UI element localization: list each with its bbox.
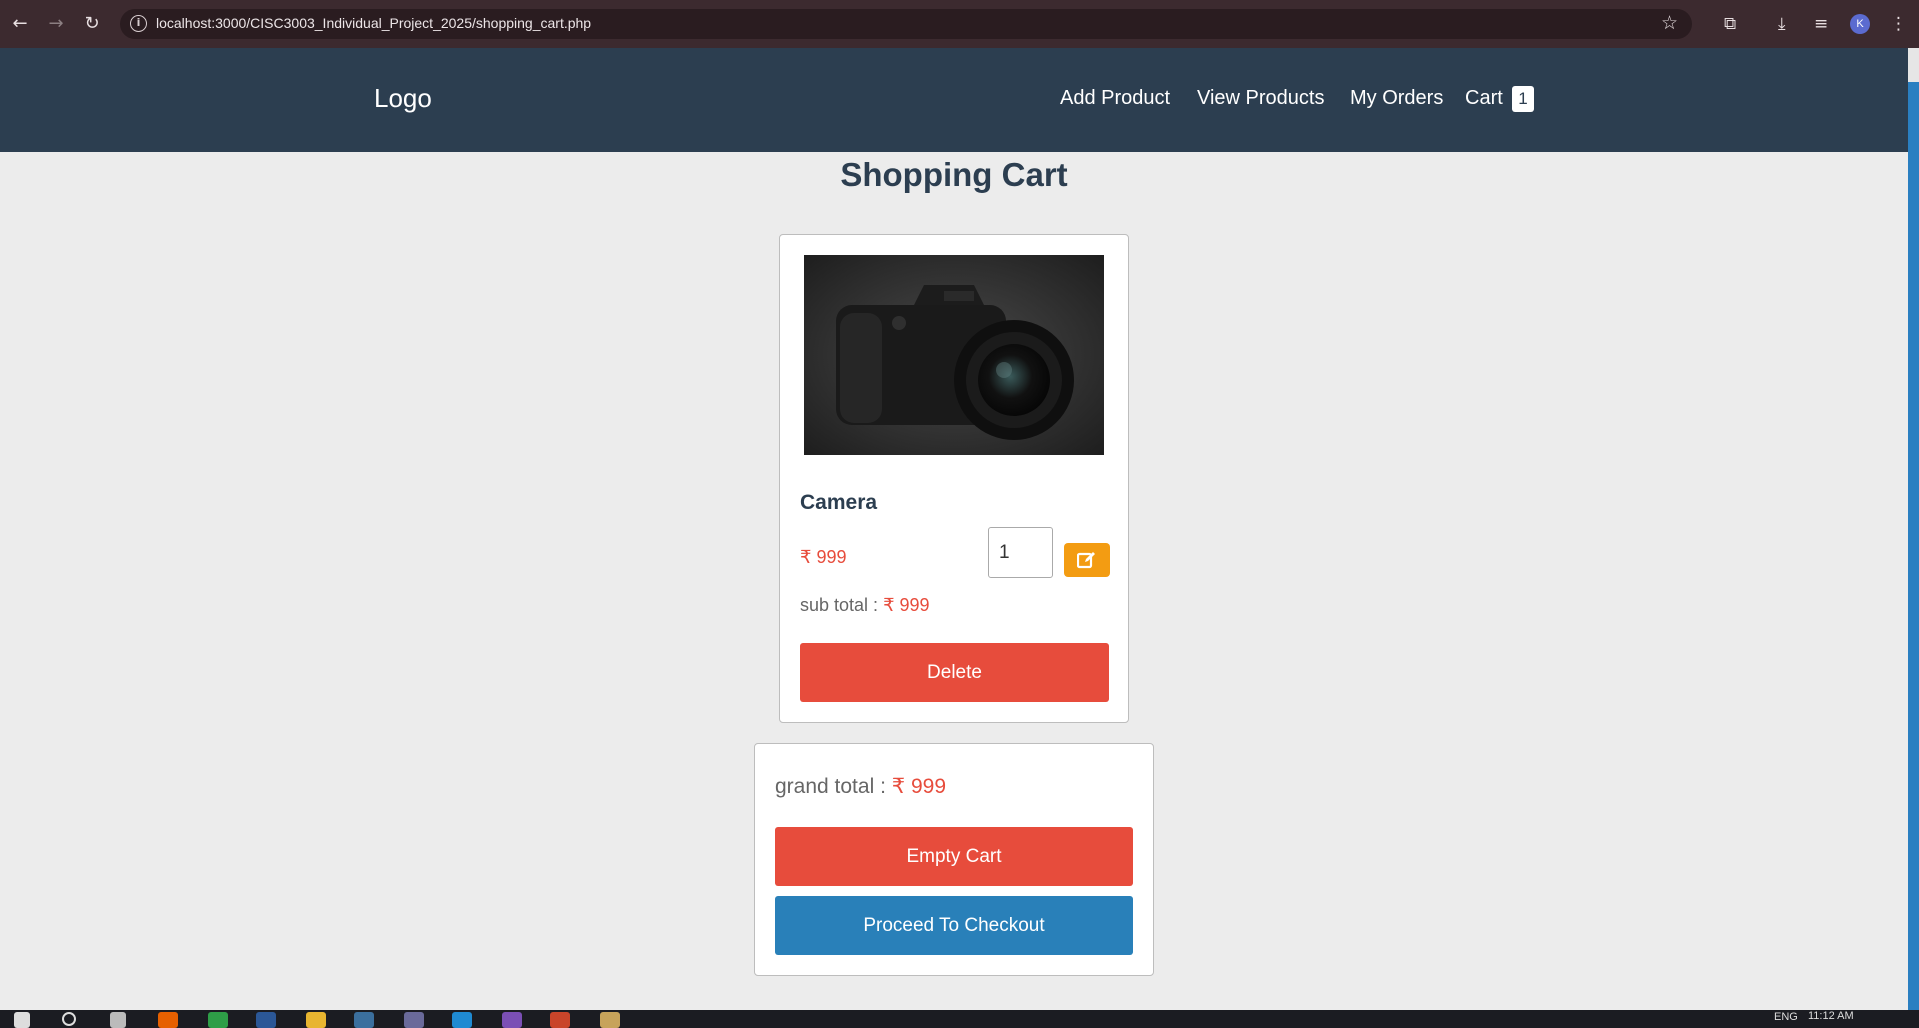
grand-total: grand total : ₹ 999 <box>775 774 946 799</box>
paint-icon[interactable] <box>600 1012 620 1028</box>
product-image-camera <box>804 255 1104 455</box>
quantity-input[interactable] <box>988 527 1053 578</box>
url-text[interactable]: localhost:3000/CISC3003_Individual_Proje… <box>156 15 591 31</box>
subtotal-value: 999 <box>899 595 930 615</box>
file-explorer-icon[interactable] <box>306 1012 326 1028</box>
vscode-icon[interactable] <box>452 1012 472 1028</box>
reload-icon[interactable]: ↻ <box>80 12 104 36</box>
grand-total-label: grand total : <box>775 775 886 798</box>
language-indicator[interactable]: ENG <box>1774 1011 1798 1023</box>
chrome-icon[interactable] <box>208 1012 228 1028</box>
nav-my-orders[interactable]: My Orders <box>1350 87 1443 110</box>
scrollbar-track[interactable] <box>1908 48 1919 1010</box>
windows-start-icon[interactable] <box>14 1012 30 1028</box>
eclipse-icon[interactable] <box>404 1012 424 1028</box>
media-control-icon[interactable]: ≡ <box>1814 12 1828 36</box>
chrome-active-icon[interactable] <box>354 1012 374 1028</box>
download-icon[interactable]: ⤓ <box>1778 12 1786 36</box>
address-bar[interactable]: i localhost:3000/CISC3003_Individual_Pro… <box>120 9 1692 39</box>
os-taskbar: ENG 11:12 AM <box>0 1010 1919 1028</box>
update-quantity-button[interactable] <box>1064 543 1110 577</box>
firefox-icon[interactable] <box>158 1012 178 1028</box>
nav-view-products[interactable]: View Products <box>1197 87 1324 110</box>
rupee-icon: ₹ <box>883 595 895 615</box>
site-info-icon[interactable]: i <box>130 15 147 32</box>
subtotal: sub total : ₹ 999 <box>800 595 930 616</box>
product-price: ₹ 999 <box>800 547 847 568</box>
cart-item-card: Camera ₹ 999 sub total : ₹ 999 Delete <box>779 234 1129 723</box>
cart-count-badge[interactable]: 1 <box>1512 86 1534 112</box>
edit-icon <box>1077 552 1095 569</box>
bookmark-star-icon[interactable]: ☆ <box>1661 12 1678 34</box>
github-desktop-icon[interactable] <box>502 1012 522 1028</box>
site-logo[interactable]: Logo <box>374 83 432 114</box>
delete-button[interactable]: Delete <box>800 643 1109 702</box>
scrollbar-thumb[interactable] <box>1908 48 1919 82</box>
cart-total-box: grand total : ₹ 999 Empty Cart Proceed T… <box>754 743 1154 976</box>
task-view-icon[interactable] <box>110 1012 126 1028</box>
price-value: 999 <box>816 547 847 567</box>
product-name: Camera <box>800 491 878 514</box>
site-header: Logo Add Product View Products My Orders… <box>0 48 1908 152</box>
rupee-icon: ₹ <box>800 547 812 567</box>
extensions-icon[interactable]: ⧉ <box>1724 12 1736 36</box>
word-icon[interactable] <box>256 1012 276 1028</box>
clock[interactable]: 11:12 AM <box>1808 1010 1854 1022</box>
search-icon[interactable] <box>62 1012 76 1026</box>
profile-avatar[interactable]: K <box>1850 14 1870 34</box>
grand-total-value: 999 <box>910 775 947 798</box>
nav-cart[interactable]: Cart <box>1465 87 1503 110</box>
menu-kebab-icon[interactable]: ⋮ <box>1890 12 1907 36</box>
back-arrow-icon[interactable]: ← <box>8 12 32 36</box>
page-title: Shopping Cart <box>840 156 1068 193</box>
empty-cart-button[interactable]: Empty Cart <box>775 827 1133 886</box>
browser-toolbar: ← → ↻ i localhost:3000/CISC3003_Individu… <box>0 0 1919 48</box>
subtotal-label: sub total : <box>800 595 879 615</box>
nav-add-product[interactable]: Add Product <box>1060 87 1170 110</box>
rupee-icon: ₹ <box>891 775 906 798</box>
checkout-button[interactable]: Proceed To Checkout <box>775 896 1133 955</box>
powerpoint-icon[interactable] <box>550 1012 570 1028</box>
forward-arrow-icon[interactable]: → <box>44 12 68 36</box>
